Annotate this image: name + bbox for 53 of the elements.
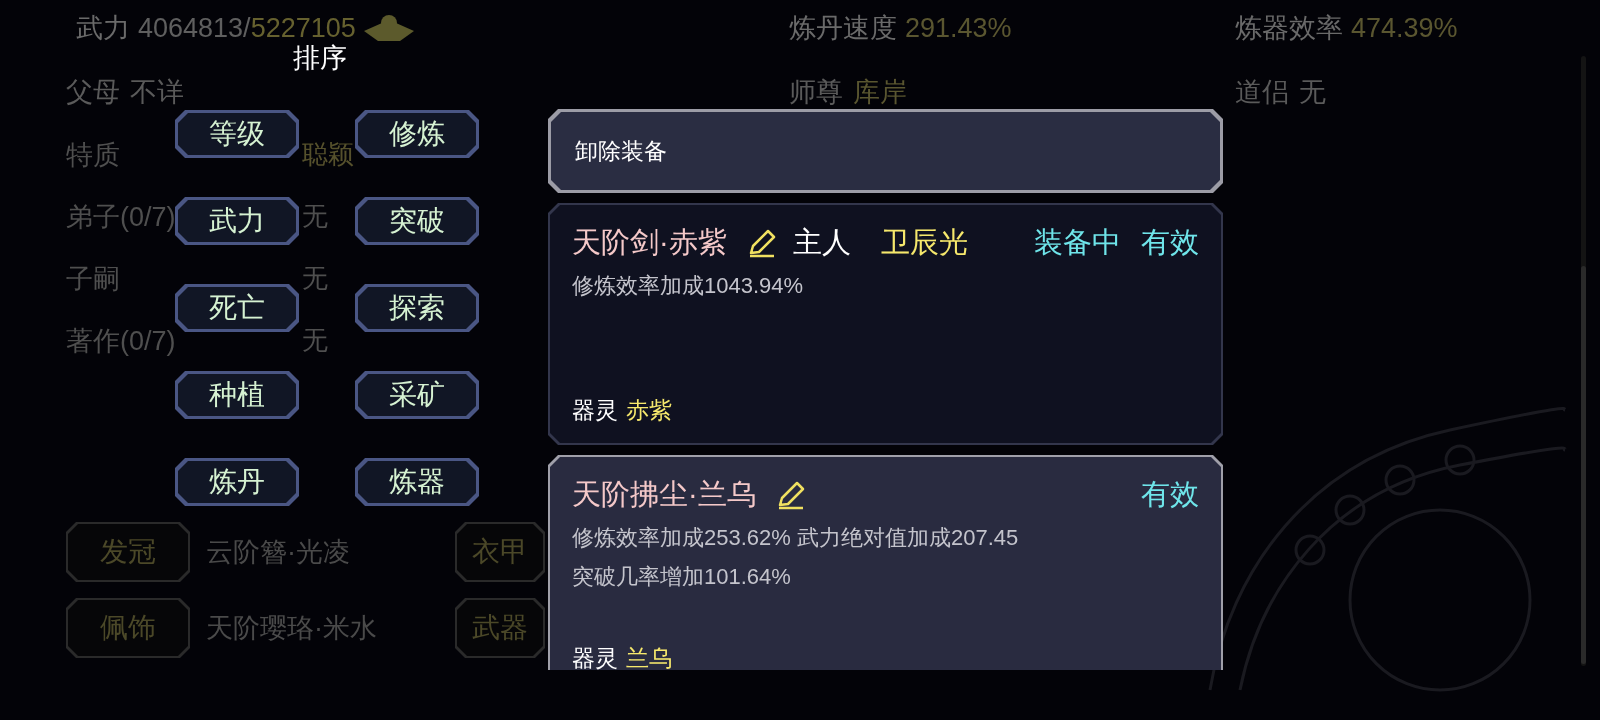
field-value: 无 [1299, 76, 1326, 109]
item-name: 天阶拂尘·兰乌 [572, 477, 756, 512]
stat-label: 武力 [76, 12, 130, 45]
effect-text: 突破几率增加101.64% [572, 562, 792, 591]
field-value: 无 [302, 262, 328, 295]
stat-value: 474.39% [1351, 12, 1458, 45]
validity-label: 有效 [1141, 477, 1199, 512]
equipped-item-name: 天阶璎珞·米水 [206, 611, 377, 645]
field-value: 无 [302, 200, 328, 233]
sort-option-button[interactable]: 炼器 [355, 458, 479, 506]
stat-label: 炼丹速度 [789, 12, 897, 45]
spirit-label: 器灵 [572, 395, 618, 425]
item-name: 天阶剑·赤紫 [572, 225, 727, 260]
hat-icon [363, 13, 414, 44]
sort-option-button[interactable]: 修炼 [355, 110, 479, 158]
menu-title: 排序 [293, 42, 347, 75]
field-label: 著作(0/7) [66, 325, 176, 358]
field-value: 库岸 [853, 76, 907, 109]
field-label: 子嗣 [66, 263, 120, 296]
spirit-name: 赤紫 [626, 395, 672, 425]
sort-option-button[interactable]: 种植 [175, 371, 299, 419]
sort-option-button[interactable]: 等级 [175, 110, 299, 158]
scrollbar-track[interactable] [1581, 56, 1586, 666]
status-label: 装备中 [1034, 225, 1121, 260]
stat-max-value: 5227105 [250, 12, 356, 44]
field-value: 不详 [130, 76, 184, 109]
field-value: 无 [302, 324, 328, 357]
effect-text: 修炼效率加成253.62% 武力绝对值加成207.45 [572, 523, 1020, 552]
field-label: 特质 [66, 139, 120, 172]
validity-label: 有效 [1141, 225, 1199, 260]
stat-value: 291.43% [905, 12, 1012, 45]
field-value: 聪颖 [302, 138, 354, 171]
stat-label: 炼器效率 [1235, 12, 1343, 45]
field-label: 师尊 [789, 76, 843, 109]
field-label: 弟子(0/7) [66, 201, 176, 234]
sort-option-button[interactable]: 武力 [175, 197, 299, 245]
equipment-card[interactable]: 天阶剑·赤紫 主人 卫辰光 装备中 有效 修炼效率加成1043.94% 器灵 赤紫 [548, 203, 1223, 445]
sort-option-button[interactable]: 死亡 [175, 284, 299, 332]
sort-option-button[interactable]: 突破 [355, 197, 479, 245]
field-label: 道侣 [1235, 76, 1289, 109]
unequip-button[interactable]: 卸除装备 [548, 109, 1223, 193]
sort-option-button[interactable]: 炼丹 [175, 458, 299, 506]
sort-option-button[interactable]: 采矿 [355, 371, 479, 419]
equipment-card[interactable]: 天阶拂尘·兰乌 有效 修炼效率加成253.62% 武力绝对值加成207.45 突破几率增加101.64% 器灵 兰乌 [548, 455, 1223, 670]
field-label: 父母 [66, 76, 120, 109]
sort-option-button[interactable]: 探索 [355, 284, 479, 332]
owner-name: 卫辰光 [880, 225, 968, 260]
owner-label: 主人 [792, 225, 851, 260]
equipped-item-name: 云阶簪·光凌 [206, 535, 350, 569]
spirit-label: 器灵 [572, 643, 618, 670]
stat-value: 4064813/ [138, 12, 251, 45]
effect-text: 修炼效率加成1043.94% [572, 271, 805, 300]
spirit-name: 兰乌 [626, 643, 672, 670]
